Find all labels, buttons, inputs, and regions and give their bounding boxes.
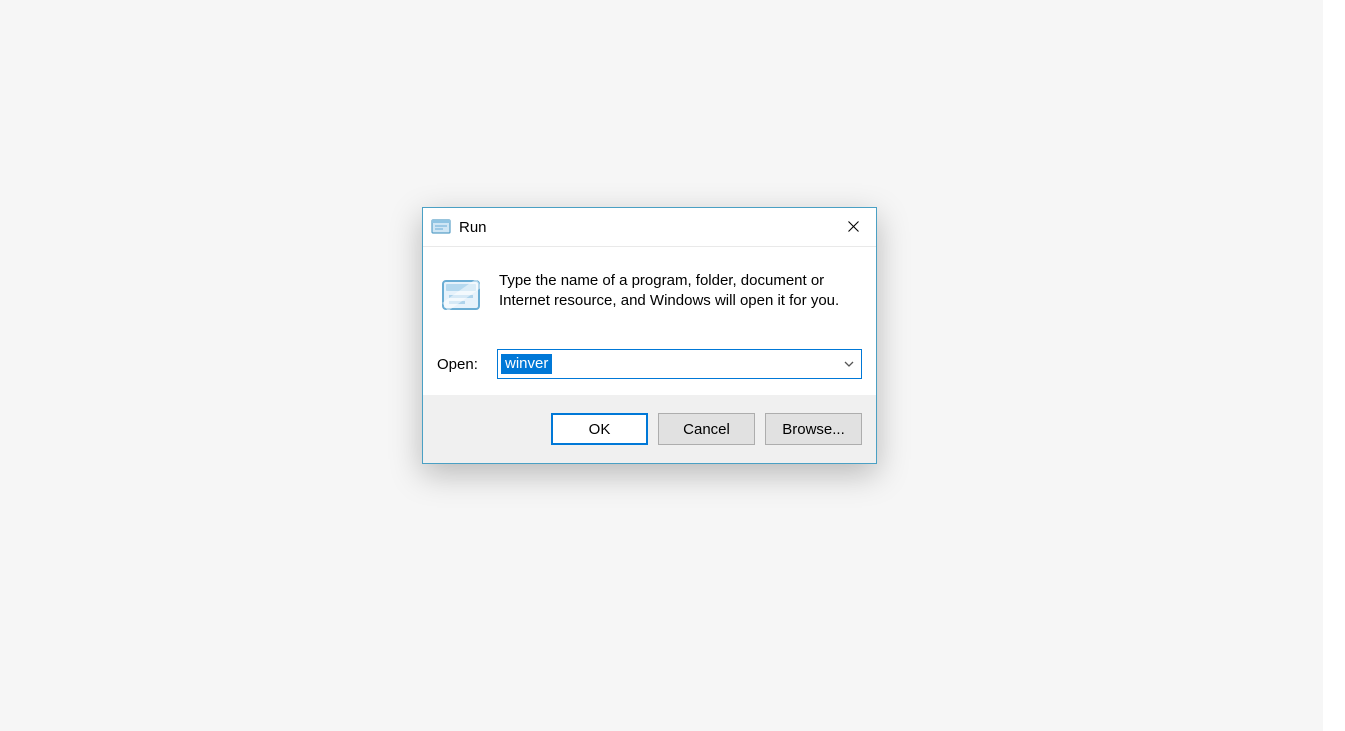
- close-button[interactable]: [831, 208, 876, 246]
- run-dialog: Run Type the name of a program,: [422, 207, 877, 464]
- ok-button[interactable]: OK: [551, 413, 648, 445]
- chevron-down-icon[interactable]: [837, 350, 861, 378]
- run-dialog-icon: [439, 273, 483, 321]
- page-right-edge: [1323, 0, 1345, 731]
- dialog-description: Type the name of a program, folder, docu…: [499, 271, 862, 312]
- cancel-button[interactable]: Cancel: [658, 413, 755, 445]
- button-bar: OK Cancel Browse...: [423, 395, 876, 463]
- close-icon: [848, 220, 859, 235]
- dialog-title: Run: [459, 219, 831, 236]
- open-input-value[interactable]: winver: [501, 354, 552, 374]
- title-bar[interactable]: Run: [423, 208, 876, 247]
- browse-button[interactable]: Browse...: [765, 413, 862, 445]
- open-combobox[interactable]: winver: [497, 349, 862, 379]
- open-label: Open:: [437, 356, 497, 373]
- run-app-icon: [431, 217, 451, 237]
- dialog-body: Type the name of a program, folder, docu…: [423, 247, 876, 395]
